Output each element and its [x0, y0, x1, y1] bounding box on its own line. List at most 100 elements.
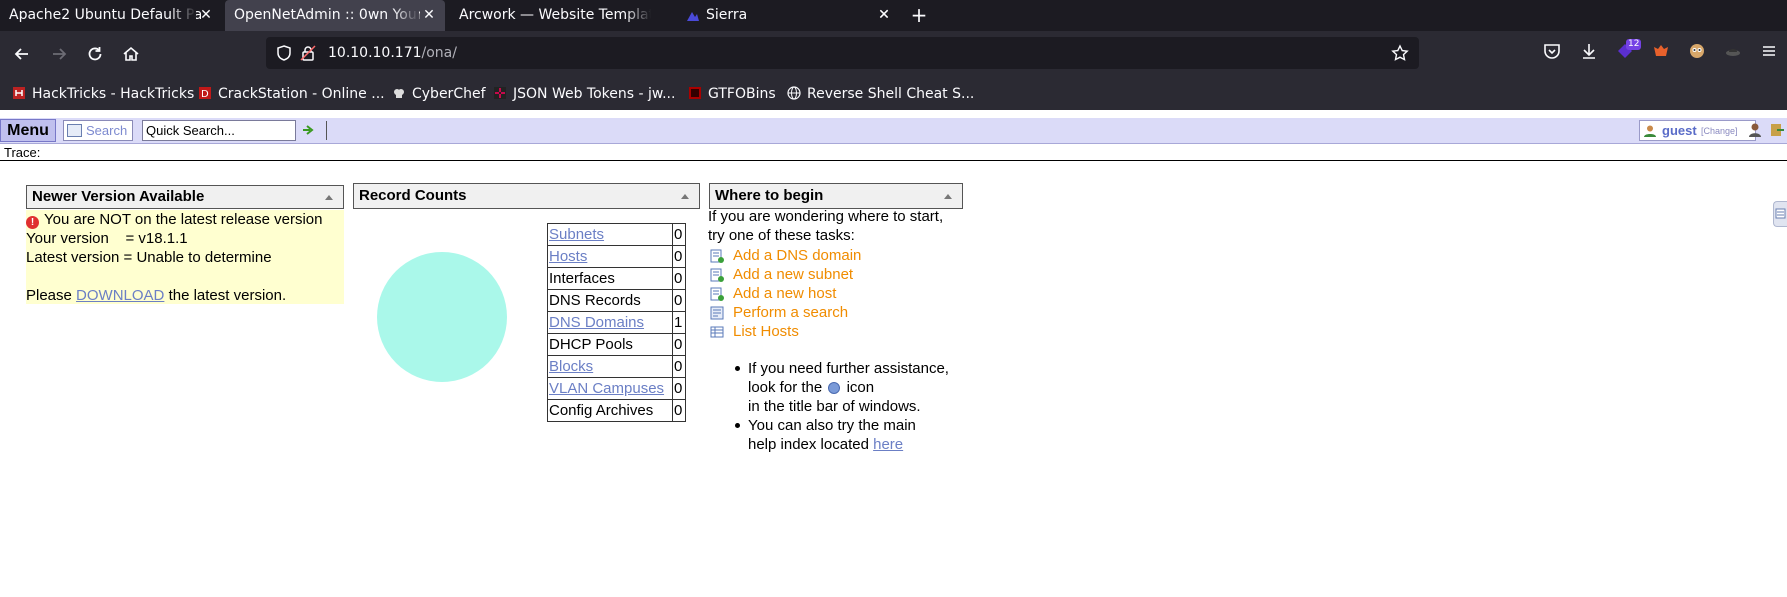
close-icon[interactable]: ✕ — [421, 0, 437, 31]
downloads-icon[interactable] — [1577, 41, 1601, 65]
shield-icon[interactable] — [275, 44, 293, 62]
download-line: Please DOWNLOAD the latest version. — [26, 286, 286, 305]
record-count-cell: 0 — [672, 245, 686, 268]
panel-title: Record Counts — [359, 187, 467, 204]
collapse-arrow-icon[interactable] — [944, 194, 952, 199]
where-to-begin-title-bar[interactable]: Where to begin — [709, 183, 963, 209]
wappalyzer-icon[interactable] — [1721, 41, 1745, 65]
bullet-assistance: If you need further assistance, look for… — [735, 359, 988, 416]
search-button[interactable]: Search — [63, 120, 133, 141]
browser-nav-bar: 10.10.10.171/ona/ 12 — [0, 31, 1787, 84]
task-label: List Hosts — [733, 323, 799, 340]
record-link[interactable]: Blocks — [549, 358, 593, 375]
tab-apache[interactable]: Apache2 Ubuntu Default Page ✕ — [0, 0, 222, 31]
bullet-text: help index located here — [748, 435, 988, 454]
task-label: Add a DNS domain — [733, 247, 862, 264]
record-name-cell: VLAN Campuses — [547, 377, 673, 400]
help-bullets: If you need further assistance, look for… — [735, 359, 988, 454]
bookmark-hacktricks[interactable]: HackTricks - HackTricks — [12, 78, 194, 110]
record-name-cell: DHCP Pools — [547, 333, 673, 356]
bookmarks-toolbar: HackTricks - HackTricks D CrackStation - … — [0, 78, 1787, 110]
url-text[interactable]: 10.10.10.171/ona/ — [328, 37, 457, 69]
table-row: DNS Domains 1 — [547, 311, 686, 334]
record-name-cell: Blocks — [547, 355, 673, 378]
record-counts-table: Subnets 0 Hosts 0 Interfaces 0 DNS Records 0 DNS… — [547, 223, 686, 422]
list-icon — [1775, 208, 1786, 219]
intro-line-1: If you are wondering where to start, — [708, 208, 944, 225]
quick-search-input[interactable]: Quick Search... — [142, 120, 296, 141]
bullet-text-post: icon — [846, 379, 875, 396]
record-label: Config Archives — [549, 402, 654, 419]
bookmark-jwt[interactable]: JSON Web Tokens - jw... — [493, 78, 675, 110]
close-icon[interactable]: ✕ — [198, 0, 214, 31]
tab-opennetadmin[interactable]: OpenNetAdmin :: 0wn Your Network ✕ — [225, 0, 445, 31]
bookmark-label: JSON Web Tokens - jw... — [513, 86, 676, 102]
table-row: Config Archives 0 — [547, 399, 686, 422]
list-icon — [710, 326, 724, 338]
record-link[interactable]: VLAN Campuses — [549, 380, 664, 397]
side-panel-tab[interactable] — [1773, 201, 1787, 227]
bookmark-cyberchef[interactable]: CyberChef — [392, 78, 486, 110]
svg-text:D: D — [201, 89, 209, 100]
pocket-icon[interactable] — [1540, 41, 1564, 65]
logout-icon[interactable] — [1769, 122, 1785, 138]
collapse-arrow-icon[interactable] — [681, 194, 689, 199]
record-link[interactable]: Subnets — [549, 226, 604, 243]
bookmark-crackstation[interactable]: D CrackStation - Online ... — [198, 78, 385, 110]
table-row: Blocks 0 — [547, 355, 686, 378]
record-counts-title-bar[interactable]: Record Counts — [353, 183, 700, 209]
panel-title: Newer Version Available — [32, 188, 205, 205]
go-arrow-icon[interactable] — [302, 124, 314, 136]
bookmark-reverse-shell[interactable]: Reverse Shell Cheat S... — [787, 78, 974, 110]
bullet-text-pre: look for the — [748, 379, 823, 396]
extension-badge: 12 — [1626, 39, 1642, 50]
task-label: Add a new host — [733, 285, 837, 302]
newer-version-title-bar[interactable]: Newer Version Available — [26, 185, 344, 209]
back-icon[interactable] — [11, 43, 33, 65]
new-tab-button[interactable]: + — [908, 0, 930, 31]
cookie-editor-icon[interactable] — [1685, 41, 1709, 65]
globe-icon — [787, 86, 801, 100]
ona-toolbar: Menu Search Quick Search... guest [Chang… — [0, 118, 1787, 144]
forward-icon[interactable] — [48, 43, 70, 65]
user-admin-icon[interactable] — [1747, 122, 1763, 138]
hamburger-menu-icon[interactable] — [1757, 41, 1781, 65]
user-box[interactable]: guest [Change] — [1639, 120, 1756, 141]
jwt-icon — [494, 87, 506, 99]
record-link[interactable]: Hosts — [549, 248, 587, 265]
download-link[interactable]: DOWNLOAD — [76, 287, 164, 304]
bullet-text: You can also try the main — [748, 417, 916, 434]
bookmark-star-icon[interactable] — [1391, 44, 1409, 62]
help-here-link[interactable]: here — [873, 436, 903, 453]
record-count-cell: 1 — [672, 311, 686, 334]
gtfobins-icon — [689, 87, 701, 99]
collapse-arrow-icon[interactable] — [325, 195, 333, 200]
insecure-lock-icon[interactable] — [299, 44, 317, 62]
record-count-cell: 0 — [672, 333, 686, 356]
newer-version-panel: ! You are NOT on the latest release versi… — [26, 210, 344, 304]
record-name-cell: Config Archives — [547, 399, 673, 422]
url-bar[interactable]: 10.10.10.171/ona/ — [266, 37, 1419, 69]
crackstation-icon: D — [199, 87, 211, 100]
record-link[interactable]: DNS Domains — [549, 314, 644, 331]
menu-button[interactable]: Menu — [0, 119, 56, 142]
tab-sierra[interactable]: Sierra ✕ — [680, 0, 900, 31]
reload-icon[interactable] — [84, 43, 106, 65]
latest-version: Latest version = Unable to determine — [26, 249, 272, 266]
search-form-icon — [67, 124, 82, 137]
search-icon — [710, 306, 724, 320]
trace-divider — [0, 160, 1787, 161]
bullet-text: If you need further assistance, — [748, 360, 949, 377]
change-user-link[interactable]: [Change] — [1701, 122, 1738, 141]
record-name-cell: Subnets — [547, 223, 673, 246]
url-host: 10.10.10.171 — [328, 45, 422, 61]
trace-label: Trace: — [4, 145, 41, 160]
record-name-cell: Hosts — [547, 245, 673, 268]
help-icon — [828, 382, 841, 394]
record-count-cell: 0 — [672, 399, 686, 422]
bookmark-gtfobins[interactable]: GTFOBins — [688, 78, 776, 110]
table-row: VLAN Campuses 0 — [547, 377, 686, 400]
foxyproxy-icon[interactable] — [1649, 41, 1673, 65]
home-icon[interactable] — [120, 43, 142, 65]
close-icon[interactable]: ✕ — [876, 0, 892, 31]
